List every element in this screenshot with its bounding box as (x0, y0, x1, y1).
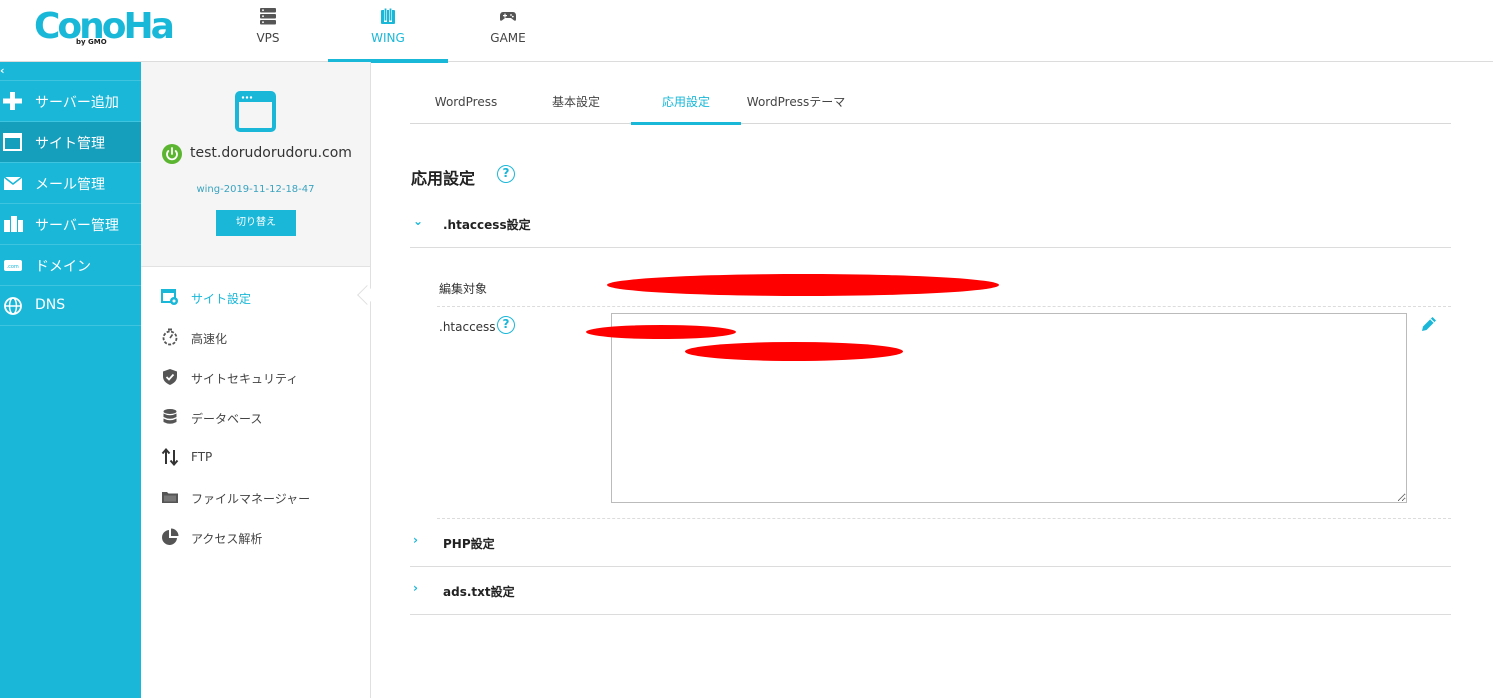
redaction-mark (586, 325, 736, 339)
server-stack-icon (4, 216, 23, 232)
adstxt-section-header[interactable]: › ads.txt設定 (410, 567, 1451, 615)
main-sidebar: ‹ サーバー追加 サイト管理 メール管理 サーバー管理 .com ドメイン DN… (0, 62, 141, 698)
chevron-down-icon: ⌄ (413, 214, 424, 228)
submenu-item-analytics[interactable]: アクセス解析 (141, 518, 370, 558)
sidebar-item-server-management[interactable]: サーバー管理 (0, 203, 141, 244)
topnav-game[interactable]: GAME (448, 0, 568, 62)
submenu-item-label: データベース (191, 412, 263, 426)
sidebar-item-label: DNS (35, 297, 66, 313)
row-divider (437, 306, 1451, 307)
shield-icon (163, 369, 177, 385)
tab-advanced-settings[interactable]: 応用設定 (631, 84, 741, 125)
site-id: wing-2019-11-12-18-47 (196, 184, 315, 195)
page-title: 応用設定 (411, 169, 476, 188)
main-content: WordPress 基本設定 応用設定 WordPressテーマ 応用設定 ? … (371, 62, 1493, 698)
htaccess-section-header[interactable]: ⌄ .htaccess設定 (410, 200, 1451, 248)
sidebar-item-label: サーバー管理 (35, 218, 119, 234)
gamepad-icon (500, 12, 516, 21)
submenu-item-site-settings[interactable]: サイト設定 (141, 278, 370, 318)
sidebar-list: サーバー追加 サイト管理 メール管理 サーバー管理 .com ドメイン DNS (0, 80, 141, 326)
plus-icon (3, 92, 22, 110)
help-icon[interactable]: ? (497, 165, 515, 183)
tab-wordpress-theme[interactable]: WordPressテーマ (741, 84, 851, 124)
settings-tabs: WordPress 基本設定 応用設定 WordPressテーマ (410, 84, 1451, 125)
topnav-wing[interactable]: WING (328, 0, 448, 63)
redaction-mark (685, 342, 903, 361)
sidebar-item-label: ドメイン (35, 259, 91, 275)
server-icon (260, 8, 276, 25)
submenu-item-label: FTP (191, 450, 213, 464)
sidebar-item-dns[interactable]: DNS (0, 285, 141, 326)
site-card: test.dorudorudoru.com wing-2019-11-12-18… (141, 62, 370, 267)
wing-icon (381, 8, 395, 24)
pie-chart-icon (162, 528, 179, 545)
submenu-item-label: アクセス解析 (191, 532, 263, 546)
edit-target-label: 編集対象 (439, 282, 488, 296)
section-title: .htaccess設定 (443, 218, 531, 232)
sidebar-item-mail-management[interactable]: メール管理 (0, 162, 141, 203)
sidebar-item-site-management[interactable]: サイト管理 (0, 121, 141, 162)
htaccess-textarea[interactable] (611, 313, 1407, 503)
submenu-item-label: サイト設定 (191, 292, 252, 306)
top-header: ConoHa by GMO VPS WING GAME (0, 0, 1493, 63)
php-section-header[interactable]: › PHP設定 (410, 519, 1451, 567)
conoha-logo[interactable]: ConoHa by GMO (34, 6, 175, 52)
submenu-item-ftp[interactable]: FTP (141, 438, 370, 478)
tab-basic-settings[interactable]: 基本設定 (522, 84, 630, 124)
chevron-right-icon: › (413, 581, 418, 595)
power-icon (162, 144, 182, 164)
section-title: ads.txt設定 (443, 585, 515, 599)
site-settings-icon (161, 289, 178, 305)
submenu-item-label: 高速化 (191, 332, 228, 346)
submenu-item-label: ファイルマネージャー (191, 492, 311, 506)
tab-wordpress[interactable]: WordPress (410, 84, 522, 124)
chevron-right-icon: › (413, 533, 418, 547)
svg-text:.com: .com (7, 264, 19, 270)
sidebar-item-add-server[interactable]: サーバー追加 (0, 80, 141, 121)
topnav-label: WING (371, 31, 405, 45)
window-icon (3, 133, 22, 151)
submenu-item-speedup[interactable]: 高速化 (141, 318, 370, 358)
topnav-label: GAME (490, 31, 526, 45)
submenu-list: サイト設定 高速化 サイトセキュリティ データベース FTP ファイルマネージャ… (141, 278, 370, 558)
submenu-item-file-manager[interactable]: ファイルマネージャー (141, 478, 370, 518)
submenu-item-database[interactable]: データベース (141, 398, 370, 438)
redaction-mark (607, 274, 999, 296)
top-nav: VPS WING GAME (208, 0, 568, 63)
folder-icon (162, 492, 178, 503)
sidebar-item-label: サイト管理 (35, 136, 105, 152)
section-title: PHP設定 (443, 537, 495, 551)
site-window-icon (235, 91, 276, 132)
site-domain: test.dorudorudoru.com (190, 145, 352, 161)
sidebar-item-label: サーバー追加 (35, 95, 119, 111)
submenu-item-security[interactable]: サイトセキュリティ (141, 358, 370, 398)
submenu-item-label: サイトセキュリティ (191, 372, 299, 386)
htaccess-help-icon[interactable]: ? (497, 316, 515, 334)
topnav-label: VPS (256, 31, 280, 45)
htaccess-label: .htaccess (439, 320, 496, 334)
transfer-arrows-icon (161, 448, 179, 466)
topnav-vps[interactable]: VPS (208, 0, 328, 62)
pencil-icon[interactable] (1419, 314, 1439, 334)
switch-site-button[interactable]: 切り替え (216, 210, 296, 236)
site-submenu: test.dorudorudoru.com wing-2019-11-12-18… (141, 62, 377, 698)
sidebar-item-domain[interactable]: .com ドメイン (0, 244, 141, 285)
logo-sub: by GMO (76, 38, 107, 46)
collapse-icon[interactable]: ‹ (0, 64, 10, 78)
database-icon (163, 409, 177, 424)
stopwatch-icon (162, 328, 178, 346)
sidebar-item-label: メール管理 (35, 177, 105, 193)
domain-icon: .com (4, 260, 22, 271)
globe-icon (4, 297, 22, 315)
mail-icon (3, 176, 23, 190)
